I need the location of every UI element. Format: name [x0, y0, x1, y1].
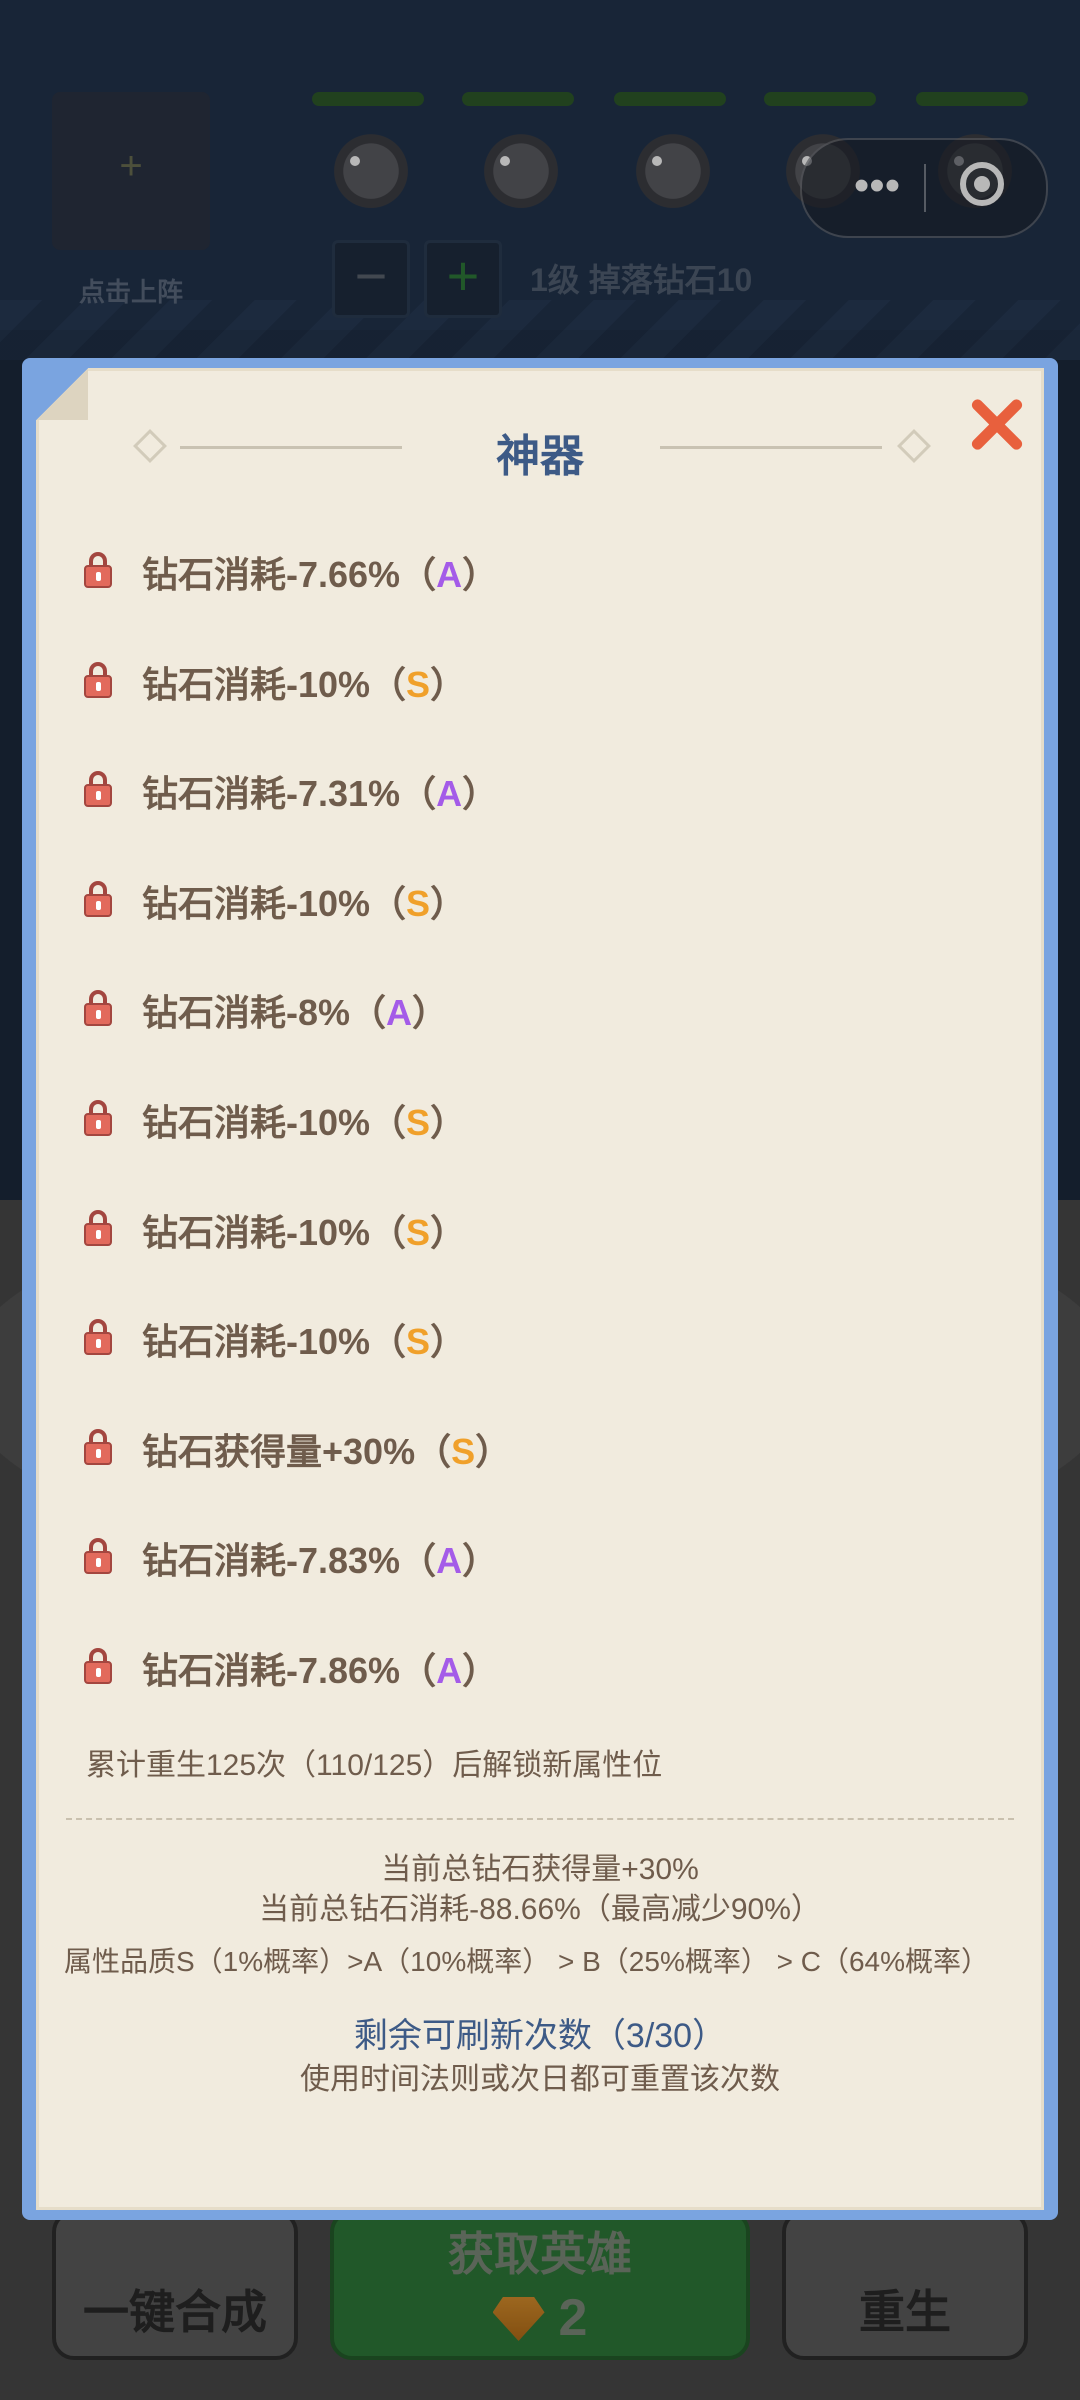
attribute-text: 钻石消耗-10%（S） — [142, 1094, 466, 1146]
attribute-close: ） — [430, 663, 467, 705]
attribute-row[interactable]: 钻石获得量+30%（S） — [84, 1415, 1004, 1525]
attribute-close: ） — [412, 992, 449, 1034]
attribute-grade: A — [436, 773, 463, 815]
close-icon[interactable] — [966, 394, 1026, 454]
attribute-value: 钻石消耗-10%（ — [142, 1101, 407, 1143]
attribute-grade: A — [436, 1649, 463, 1691]
artifact-modal: 神器 钻石消耗-7.66%（A） 钻石消耗-10%（S） 钻石消耗-7.31%（A）… — [22, 358, 1058, 2220]
attribute-grade: S — [406, 882, 431, 924]
attribute-row[interactable]: 钻石消耗-10%（S） — [84, 1305, 1004, 1415]
attribute-grade: A — [436, 1540, 463, 1582]
total-cost-text: 当前总钻石消耗-88.66%（最高减少90%） — [259, 1893, 821, 1926]
title-divider-right — [660, 446, 882, 449]
attribute-close: ） — [462, 554, 499, 595]
attribute-text: 钻石消耗-10%（S） — [142, 656, 466, 708]
attribute-close: ） — [430, 882, 467, 924]
attribute-value: 钻石消耗-10%（ — [142, 1321, 407, 1363]
attribute-value: 钻石消耗-10%（ — [142, 1211, 407, 1253]
attribute-close: ） — [430, 1101, 467, 1143]
attribute-text: 钻石消耗-10%（S） — [142, 875, 466, 927]
refresh-count-text: 剩余可刷新次数（3/30） — [353, 2017, 727, 2055]
modal-title: 神器 — [496, 432, 584, 481]
attribute-text: 钻石消耗-10%（S） — [142, 1204, 466, 1256]
lock-icon[interactable] — [84, 880, 112, 917]
lock-icon[interactable] — [84, 1647, 112, 1684]
unlock-hint: 累计重生125次（110/125）后解锁新属性位 — [86, 1749, 663, 1782]
attribute-value: 钻石消耗-7.83%（ — [142, 1540, 437, 1582]
attribute-row[interactable]: 钻石消耗-8%（A） — [84, 976, 1004, 1086]
attribute-grade: S — [406, 663, 431, 705]
attribute-list: 钻石消耗-7.66%（A） 钻石消耗-10%（S） 钻石消耗-7.31%（A） 钻石消… — [84, 538, 1004, 1744]
attribute-row[interactable]: 钻石消耗-7.66%（A） — [84, 538, 1004, 648]
attribute-close: ） — [430, 1321, 467, 1363]
attribute-close: ） — [462, 1649, 499, 1691]
total-gain-text: 当前总钻石获得量+30% — [381, 1853, 699, 1886]
corner-fold-decoration — [36, 368, 88, 420]
attribute-text: 钻石消耗-10%（S） — [142, 1313, 466, 1365]
attribute-row[interactable]: 钻石消耗-10%（S） — [84, 867, 1004, 977]
lock-icon[interactable] — [84, 990, 112, 1027]
attribute-value: 钻石消耗-7.31%（ — [142, 773, 437, 815]
modal-panel: 神器 钻石消耗-7.66%（A） 钻石消耗-10%（S） 钻石消耗-7.31%（A）… — [36, 368, 1044, 2210]
attribute-grade: S — [451, 1430, 476, 1472]
attribute-value: 钻石消耗-7.66%（ — [142, 554, 437, 595]
attribute-grade: S — [406, 1101, 431, 1143]
dashed-divider — [66, 1818, 1014, 1820]
attribute-close: ） — [475, 1430, 512, 1472]
lock-icon[interactable] — [84, 1319, 112, 1356]
attribute-value: 钻石获得量+30%（ — [142, 1430, 452, 1472]
attribute-value: 钻石消耗-10%（ — [142, 882, 407, 924]
attribute-row[interactable]: 钻石消耗-7.83%（A） — [84, 1524, 1004, 1634]
attribute-row[interactable]: 钻石消耗-10%（S） — [84, 1086, 1004, 1196]
attribute-close: ） — [462, 1540, 499, 1582]
attribute-text: 钻石消耗-7.86%（A） — [142, 1642, 498, 1694]
attribute-value: 钻石消耗-8%（ — [142, 992, 387, 1034]
lock-icon[interactable] — [84, 1099, 112, 1136]
lock-icon[interactable] — [84, 1428, 112, 1465]
attribute-row[interactable]: 钻石消耗-10%（S） — [84, 1196, 1004, 1306]
attribute-value: 钻石消耗-7.86%（ — [142, 1649, 437, 1691]
attribute-row[interactable]: 钻石消耗-7.86%（A） — [84, 1634, 1004, 1744]
attribute-text: 钻石消耗-7.31%（A） — [142, 765, 498, 817]
attribute-grade: A — [386, 992, 413, 1034]
attribute-close: ） — [462, 773, 499, 815]
attribute-row[interactable]: 钻石消耗-10%（S） — [84, 648, 1004, 758]
lock-icon[interactable] — [84, 771, 112, 808]
attribute-close: ） — [430, 1211, 467, 1253]
attribute-text: 钻石消耗-7.83%（A） — [142, 1532, 498, 1584]
reset-hint: 使用时间法则或次日都可重置该次数 — [300, 2063, 780, 2096]
attribute-text: 钻石获得量+30%（S） — [142, 1423, 511, 1475]
lock-icon[interactable] — [84, 661, 112, 698]
lock-icon[interactable] — [84, 1538, 112, 1575]
quality-probability-text: 属性品质S（1%概率）>A（10%概率） > B（25%概率） > C（64%概… — [64, 1946, 990, 1977]
attribute-grade: S — [406, 1321, 431, 1363]
attribute-value: 钻石消耗-10%（ — [142, 663, 407, 705]
attribute-grade: S — [406, 1211, 431, 1253]
attribute-grade: A — [436, 554, 463, 595]
modal-header: 神器 — [36, 416, 1044, 481]
attribute-text: 钻石消耗-7.66%（A） — [142, 546, 498, 598]
attribute-row[interactable]: 钻石消耗-7.31%（A） — [84, 757, 1004, 867]
lock-icon[interactable] — [84, 1209, 112, 1246]
lock-icon[interactable] — [84, 552, 112, 588]
attribute-text: 钻石消耗-8%（A） — [142, 984, 448, 1036]
